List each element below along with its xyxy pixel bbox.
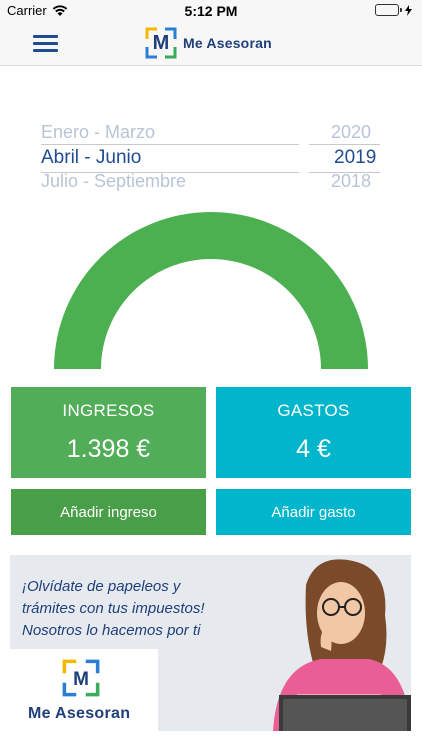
logo-mark-icon: M [62, 659, 100, 697]
banner-line: Nosotros lo hacemos por ti [22, 622, 201, 639]
balance-gauge [54, 212, 368, 369]
add-income-button[interactable]: Añadir ingreso [11, 489, 206, 535]
gauge-arc [54, 212, 368, 369]
logo-letter: M [152, 31, 170, 54]
picker-divider [41, 172, 299, 173]
banner-woman-image [261, 555, 411, 731]
battery-icon [375, 4, 412, 16]
logo-mark-icon: M [145, 27, 177, 59]
status-bar: Carrier 5:12 PM [0, 0, 422, 22]
quarter-option-selected[interactable]: Abril - Junio [41, 147, 141, 169]
banner-line: trámites con tus impuestos! [22, 600, 205, 617]
promo-banner[interactable]: ¡Olvídate de papeleos y trámites con tus… [10, 555, 411, 731]
year-option-selected[interactable]: 2019 [334, 147, 376, 169]
logo-text: Me Asesoran [183, 35, 272, 51]
year-option-next[interactable]: 2018 [331, 171, 371, 192]
picker-divider [309, 144, 380, 145]
quarter-option-next[interactable]: Julio - Septiembre [41, 171, 186, 192]
picker-divider [41, 144, 299, 145]
income-title: INGRESOS [62, 401, 155, 420]
status-time: 5:12 PM [184, 3, 238, 19]
year-option-prev[interactable]: 2020 [331, 122, 371, 143]
logo-letter: M [73, 669, 89, 690]
quarter-option-prev[interactable]: Enero - Marzo [41, 122, 155, 143]
logo-text: Me Asesoran [28, 705, 131, 722]
income-value: 1.398 € [66, 435, 151, 463]
add-expense-button[interactable]: Añadir gasto [216, 489, 411, 535]
nav-bar: M Me Asesoran [0, 22, 422, 66]
expense-card: GASTOS 4 € [216, 387, 411, 478]
period-picker[interactable]: Enero - Marzo Abril - Junio Julio - Sept… [0, 122, 422, 191]
hamburger-icon[interactable] [33, 35, 58, 53]
banner-logo: M Me Asesoran [10, 649, 158, 731]
picker-divider [309, 172, 380, 173]
app-logo: M Me Asesoran [145, 27, 272, 59]
income-card: INGRESOS 1.398 € [11, 387, 206, 478]
charging-bolt-icon [405, 4, 412, 16]
expense-value: 4 € [296, 435, 331, 463]
banner-text: ¡Olvídate de papeleos y trámites con tus… [22, 576, 205, 642]
expense-title: GASTOS [277, 401, 350, 420]
banner-line: ¡Olvídate de papeleos y [22, 578, 181, 595]
